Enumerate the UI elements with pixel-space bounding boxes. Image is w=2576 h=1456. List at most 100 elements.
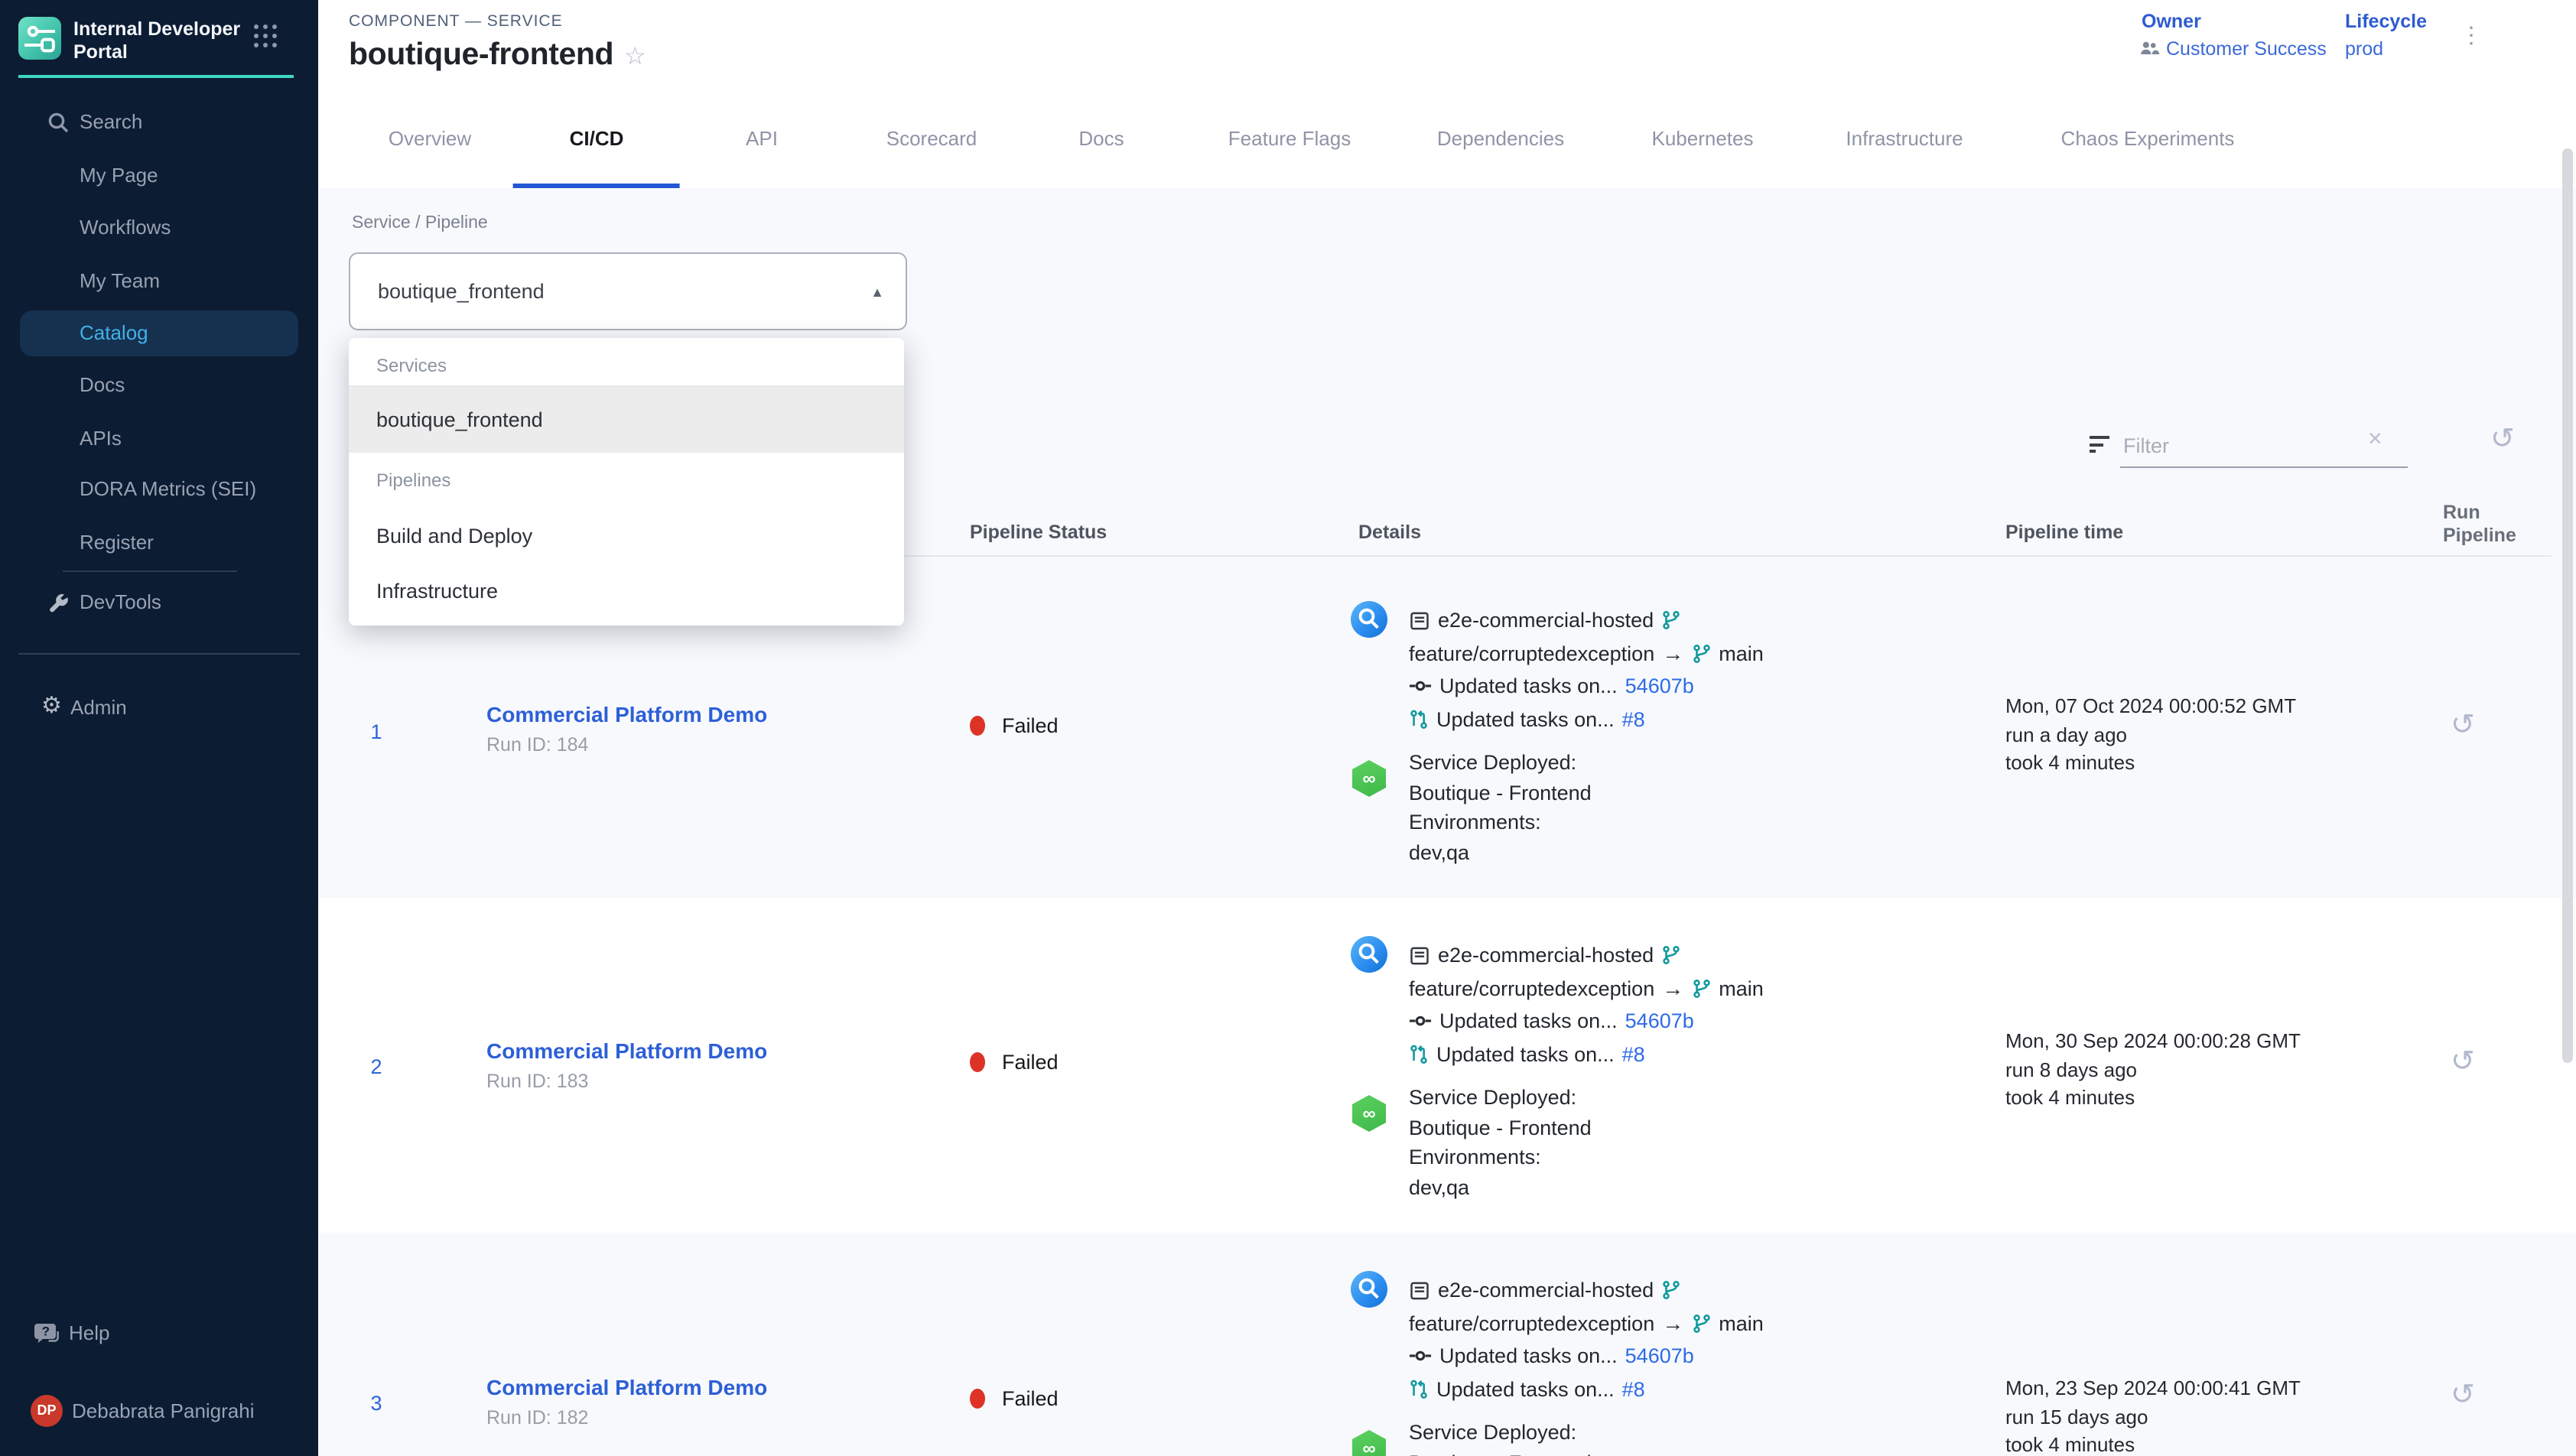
sidebar-item-devtools[interactable]: DevTools — [80, 584, 161, 621]
cd-stage-icon: ∞ — [1352, 1430, 1386, 1456]
details-cell: ∞ e2e-commercial-hosted feature/corrupte… — [1351, 939, 1914, 1202]
commit-link[interactable]: 54607b — [1625, 675, 1694, 698]
tab-infrastructure[interactable]: Infrastructure — [1827, 127, 1981, 188]
refresh-icon[interactable]: ↺ — [2490, 422, 2515, 457]
scrollbar-thumb[interactable] — [2562, 148, 2573, 1063]
tab-feature-flags[interactable]: Feature Flags — [1210, 127, 1369, 188]
commit-link[interactable]: 54607b — [1625, 1010, 1694, 1033]
pr-message: Updated tasks on... — [1436, 708, 1615, 731]
owner-label: Owner — [2142, 11, 2201, 32]
cd-stage-icon: ∞ — [1352, 760, 1386, 797]
pipeline-name-cell: Commercial Platform Demo Run ID: 184 — [486, 702, 767, 756]
sidebar-item-workflows[interactable]: Workflows — [0, 210, 318, 246]
pr-link[interactable]: #8 — [1622, 1378, 1645, 1401]
tab-api[interactable]: API — [727, 127, 796, 188]
rerun-pipeline-button[interactable]: ↺ — [2451, 1378, 2475, 1413]
tab-overview[interactable]: Overview — [370, 127, 490, 188]
col-header-details: Details — [1358, 522, 1421, 543]
pipeline-select[interactable]: boutique_frontend ▲ — [349, 252, 907, 330]
pipeline-time-cell: Mon, 23 Sep 2024 00:00:41 GMT run 15 day… — [2005, 1375, 2301, 1456]
repository-icon — [1409, 945, 1430, 967]
sidebar-divider — [63, 570, 237, 572]
deploy-info: Service Deployed: Boutique - Frontend En… — [1409, 748, 1914, 867]
repository-icon — [1409, 1280, 1430, 1302]
sidebar-item-register[interactable]: Register — [0, 525, 318, 561]
favorite-star-icon[interactable]: ☆ — [624, 41, 646, 72]
rerun-pipeline-button[interactable]: ↺ — [2451, 1045, 2475, 1080]
clear-filter-icon[interactable]: × — [2368, 427, 2382, 454]
pipeline-link[interactable]: Commercial Platform Demo — [486, 1375, 767, 1401]
col-header-pipeline-status: Pipeline Status — [970, 522, 1107, 543]
row-index: 3 — [364, 1392, 389, 1415]
run-id: Run ID: 183 — [486, 1071, 767, 1092]
sidebar-divider — [18, 653, 300, 655]
sidebar-item-dora-metrics[interactable]: DORA Metrics (SEI) — [0, 471, 318, 508]
repo-name: e2e-commercial-hosted — [1438, 944, 1654, 967]
repo-name: e2e-commercial-hosted — [1438, 1279, 1654, 1302]
filter-input[interactable] — [2120, 425, 2408, 468]
menu-item-boutique-frontend[interactable]: boutique_frontend — [349, 387, 904, 453]
harness-logo-icon[interactable] — [18, 17, 61, 60]
sidebar-item-help[interactable]: Help — [69, 1315, 110, 1352]
user-name[interactable]: Debabrata Panigrahi — [72, 1399, 255, 1422]
sidebar-item-admin[interactable]: Admin — [70, 690, 127, 726]
lifecycle-value: prod — [2345, 38, 2383, 60]
git-branch-icon — [1661, 611, 1681, 631]
pr-link[interactable]: #8 — [1622, 1043, 1645, 1066]
pr-message: Updated tasks on... — [1436, 1043, 1615, 1066]
target-branch: main — [1719, 1312, 1764, 1335]
tab-dependencies[interactable]: Dependencies — [1419, 127, 1582, 188]
details-cell: ∞ e2e-commercial-hosted feature/corrupte… — [1351, 604, 1914, 867]
tab-docs[interactable]: Docs — [1060, 127, 1142, 188]
col-header-run-pipeline: Run Pipeline — [2443, 502, 2516, 548]
commit-link[interactable]: 54607b — [1625, 1345, 1694, 1368]
repo-name: e2e-commercial-hosted — [1438, 609, 1654, 632]
more-options-icon[interactable]: ⋮ — [2460, 21, 2484, 49]
git-branch-icon — [1691, 979, 1711, 999]
failed-dot-icon — [970, 716, 985, 736]
details-cell: ∞ e2e-commercial-hosted feature/corrupte… — [1351, 1274, 1914, 1456]
ci-stage-icon — [1351, 1271, 1387, 1308]
pipeline-name-cell: Commercial Platform Demo Run ID: 182 — [486, 1375, 767, 1428]
status-cell: Failed — [970, 1051, 1059, 1074]
source-branch: feature/corruptedexception — [1409, 1312, 1654, 1335]
menu-item-build-and-deploy[interactable]: Build and Deploy — [349, 509, 904, 564]
status-text: Failed — [1002, 1051, 1059, 1074]
tab-chaos-experiments[interactable]: Chaos Experiments — [2043, 127, 2253, 188]
arrow-right-icon: → — [1662, 1311, 1683, 1336]
pr-link[interactable]: #8 — [1622, 708, 1645, 731]
user-avatar[interactable]: DP — [31, 1395, 63, 1427]
tab-cicd[interactable]: CI/CD — [513, 127, 681, 188]
pipeline-time-cell: Mon, 30 Sep 2024 00:00:28 GMT run 8 days… — [2005, 1028, 2301, 1113]
sidebar-item-my-team[interactable]: My Team — [0, 263, 318, 300]
filter-icon — [2090, 436, 2111, 457]
sidebar-item-my-page[interactable]: My Page — [0, 158, 318, 194]
sidebar-item-docs[interactable]: Docs — [0, 367, 318, 404]
pipeline-link[interactable]: Commercial Platform Demo — [486, 702, 767, 728]
sidebar-item-apis[interactable]: APIs — [0, 421, 318, 457]
rerun-pipeline-button[interactable]: ↺ — [2451, 708, 2475, 743]
tab-kubernetes[interactable]: Kubernetes — [1634, 127, 1772, 188]
git-branch-icon — [1691, 644, 1711, 664]
arrow-right-icon: → — [1662, 977, 1683, 1001]
row-index: 1 — [364, 720, 389, 743]
caret-up-icon: ▲ — [870, 284, 884, 300]
sidebar-item-catalog[interactable]: Catalog — [0, 315, 318, 352]
sidebar: Internal Developer Portal Search My Page… — [0, 0, 318, 1456]
pipeline-name-cell: Commercial Platform Demo Run ID: 183 — [486, 1038, 767, 1092]
col-header-pipeline-time: Pipeline time — [2005, 522, 2123, 543]
menu-item-infrastructure[interactable]: Infrastructure — [349, 564, 904, 619]
pipeline-link[interactable]: Commercial Platform Demo — [486, 1038, 767, 1064]
entity-header: COMPONENT — SERVICE boutique-frontend ☆ … — [318, 0, 2576, 92]
apps-grid-icon[interactable] — [254, 24, 278, 49]
sidebar-item-search[interactable]: Search — [0, 104, 318, 141]
app-window: Internal Developer Portal Search My Page… — [0, 0, 2576, 1456]
arrow-right-icon: → — [1662, 642, 1683, 666]
owner-link[interactable]: Customer Success — [2166, 38, 2327, 60]
pull-request-icon — [1409, 1045, 1429, 1064]
tab-scorecard[interactable]: Scorecard — [868, 127, 996, 188]
ci-stage-icon — [1351, 601, 1387, 638]
breadcrumb: COMPONENT — SERVICE — [349, 12, 563, 31]
app-title: Internal Developer Portal — [73, 18, 245, 63]
commit-icon — [1409, 675, 1432, 698]
